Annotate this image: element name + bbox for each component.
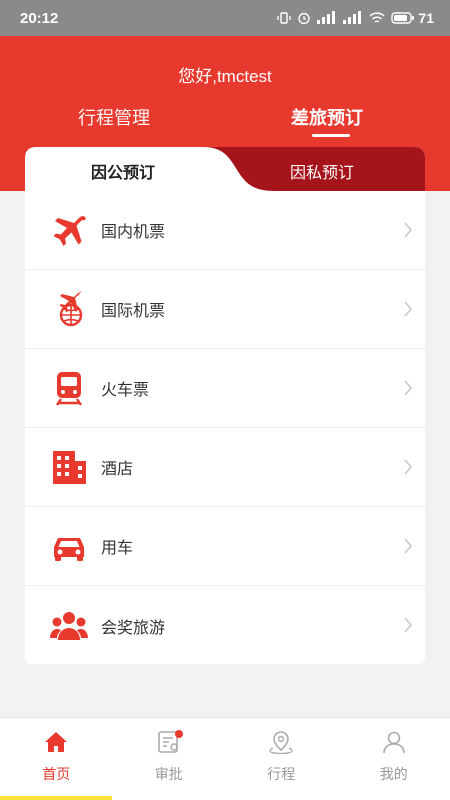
menu-item-hotel[interactable]: 酒店 xyxy=(25,428,425,507)
service-menu: 国内机票 国际机票 火车票 酒店 用车 会奖旅游 xyxy=(25,191,425,664)
tab-travel-booking[interactable]: 差旅预订 xyxy=(291,104,363,130)
menu-item-mice-travel[interactable]: 会奖旅游 xyxy=(25,586,425,664)
chevron-right-icon xyxy=(404,459,413,475)
group-people-icon xyxy=(49,606,89,646)
nav-label: 审批 xyxy=(154,767,183,783)
chevron-right-icon xyxy=(404,222,413,238)
airplane-icon xyxy=(49,210,89,250)
battery: 71 xyxy=(391,10,434,26)
profile-icon xyxy=(382,731,405,754)
status-time: 20:12 xyxy=(20,9,59,27)
menu-label: 酒店 xyxy=(101,459,134,478)
menu-label: 用车 xyxy=(101,538,134,557)
vibrate-icon xyxy=(277,12,292,24)
menu-item-car-service[interactable]: 用车 xyxy=(25,507,425,586)
chevron-right-icon xyxy=(404,617,413,633)
booking-card: 因公预订 因私预订 国内机票 国际机票 火车票 酒店 用车 会奖旅游 xyxy=(25,147,425,664)
menu-item-international-flights[interactable]: 国际机票 xyxy=(25,270,425,349)
bottom-nav: 首页 审批 行程 我的 xyxy=(0,717,450,800)
tab-public-booking[interactable]: 因公预订 xyxy=(91,159,155,183)
chevron-right-icon xyxy=(404,380,413,396)
signal-icon xyxy=(343,11,362,24)
notification-badge xyxy=(174,730,183,738)
home-indicator xyxy=(0,796,112,800)
menu-label: 国内机票 xyxy=(101,222,166,241)
tab-trip-management[interactable]: 行程管理 xyxy=(78,104,150,130)
menu-label: 会奖旅游 xyxy=(101,617,166,637)
battery-level: 71 xyxy=(418,10,434,26)
menu-label: 火车票 xyxy=(101,380,150,399)
active-tab-underline xyxy=(312,134,350,137)
tab-private-booking[interactable]: 因私预订 xyxy=(290,159,354,183)
globe-airplane-icon xyxy=(49,289,89,329)
wifi-icon xyxy=(369,12,385,23)
alarm-icon xyxy=(298,12,311,25)
menu-label: 国际机票 xyxy=(101,301,166,320)
trip-location-icon xyxy=(269,731,293,754)
nav-label: 行程 xyxy=(267,767,296,783)
signal-icon xyxy=(317,11,336,24)
hotel-building-icon xyxy=(49,447,89,487)
greeting-text: 您好,tmctest xyxy=(178,67,272,86)
menu-item-train-tickets[interactable]: 火车票 xyxy=(25,349,425,428)
tab-public-background xyxy=(25,147,275,191)
train-icon xyxy=(49,368,89,408)
chevron-right-icon xyxy=(404,301,413,317)
status-bar: 20:12 71 xyxy=(0,0,450,36)
battery-icon xyxy=(391,12,415,24)
home-icon xyxy=(45,732,68,752)
car-icon xyxy=(49,526,89,566)
status-icons: 71 xyxy=(277,10,434,26)
nav-label: 首页 xyxy=(42,767,71,783)
nav-home[interactable]: 首页 xyxy=(0,718,113,800)
nav-label: 我的 xyxy=(379,767,408,783)
menu-item-domestic-flights[interactable]: 国内机票 xyxy=(25,191,425,270)
chevron-right-icon xyxy=(404,538,413,554)
nav-approval[interactable]: 审批 xyxy=(113,718,226,800)
booking-tabs: 因公预订 因私预订 xyxy=(25,147,425,191)
nav-trip[interactable]: 行程 xyxy=(225,718,338,800)
nav-profile[interactable]: 我的 xyxy=(338,718,450,800)
